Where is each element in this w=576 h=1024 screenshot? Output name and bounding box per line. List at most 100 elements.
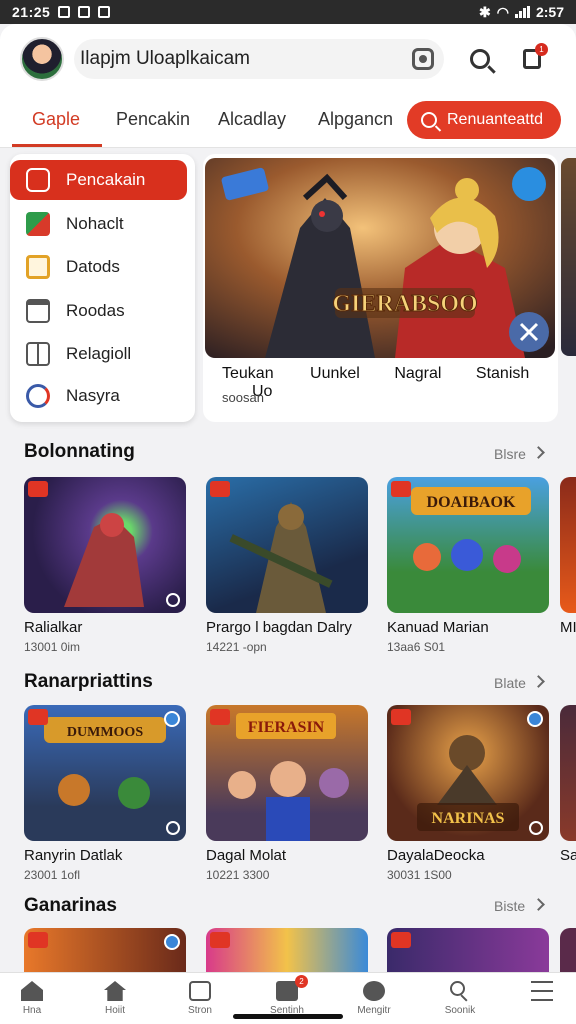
art-title: DUMMOOS: [67, 725, 143, 740]
verified-icon: [164, 711, 180, 727]
category-chip[interactable]: Uunkel: [310, 365, 360, 382]
notification-badge: 2: [295, 975, 308, 988]
nav-item-sentinh[interactable]: 2 Sentinh: [257, 975, 317, 1016]
game-card[interactable]: [560, 928, 576, 972]
category-chip[interactable]: Nagral: [394, 365, 441, 382]
next-banner-peek[interactable]: [561, 158, 576, 356]
menu-item-relagioll[interactable]: Relagioll: [10, 334, 187, 374]
game-card[interactable]: NARINAS DayalaDeocka 30031 1S00: [387, 705, 549, 882]
section-title: Bolonnating: [24, 441, 135, 462]
tab-alcadlay[interactable]: Alcadlay: [218, 109, 286, 130]
game-card[interactable]: [387, 928, 549, 972]
link-icon: [26, 384, 50, 408]
hot-badge: [391, 481, 411, 497]
game-art: DUMMOOS: [44, 717, 166, 809]
nav-item-menu[interactable]: [512, 981, 572, 1005]
game-thumbnail[interactable]: [24, 477, 186, 613]
game-card[interactable]: [206, 928, 368, 972]
game-thumbnail[interactable]: [387, 928, 549, 972]
hot-badge: [391, 709, 411, 725]
chevron-right-icon[interactable]: [532, 446, 545, 459]
game-thumbnail[interactable]: [560, 928, 576, 972]
notification-icon: [78, 6, 91, 18]
game-thumbnail[interactable]: [560, 705, 576, 841]
game-title: Prargo l bagdan Dalry: [206, 619, 352, 636]
nav-item-hna[interactable]: Hna: [2, 981, 62, 1016]
art-title: NARINAS: [432, 810, 505, 827]
see-more-link[interactable]: Blsre: [494, 446, 526, 462]
menu-item-roodas[interactable]: Roodas: [10, 291, 187, 331]
art-title: DOAIBAOK: [427, 494, 516, 511]
tab-alpgancn[interactable]: Alpgancn: [318, 109, 393, 130]
game-card[interactable]: Ralialkar 13001 0im: [24, 477, 186, 654]
camera-icon[interactable]: [412, 48, 434, 70]
game-title: Dagal Molat: [206, 847, 287, 864]
bluetooth-icon: ✱: [479, 3, 491, 20]
section-title: Ranarpriattins: [24, 671, 153, 692]
game-title: Kanuad Marian: [387, 619, 489, 636]
search-input[interactable]: Ilapjm Uloaplkaicam: [80, 48, 412, 70]
nav-item-soonik[interactable]: Soonik: [430, 981, 490, 1016]
game-art: NARINAS: [417, 735, 519, 831]
tab-pencakin[interactable]: Pencakin: [116, 109, 190, 130]
game-thumbnail[interactable]: [206, 477, 368, 613]
game-thumbnail[interactable]: FIERASIN: [206, 705, 368, 841]
search-button[interactable]: [464, 43, 496, 75]
nav-item-mengitr[interactable]: Mengitr: [344, 981, 404, 1016]
game-art: DOAIBAOK: [411, 487, 531, 573]
game-meta: 14221 -opn: [206, 640, 267, 654]
gear-icon: [529, 821, 543, 835]
category-chip[interactable]: Teukan: [222, 365, 274, 382]
home-indicator[interactable]: [233, 1014, 343, 1019]
game-thumbnail[interactable]: DUMMOOS: [24, 705, 186, 841]
game-thumbnail[interactable]: [206, 928, 368, 972]
verified-icon: [164, 934, 180, 950]
search-bar[interactable]: Ilapjm Uloaplkaicam: [74, 39, 444, 79]
game-card[interactable]: DOAIBAOK Kanuad Marian 13aa6 S01: [387, 477, 549, 654]
game-thumbnail[interactable]: NARINAS: [387, 705, 549, 841]
calendar-icon: [26, 299, 50, 323]
game-meta: 23001 1ofl: [24, 868, 81, 882]
menu-item-datods[interactable]: Datods: [10, 247, 187, 287]
nav-label: Stron: [188, 1005, 212, 1016]
featured-title-art: GIERABSOO: [332, 291, 477, 317]
game-card[interactable]: [24, 928, 186, 972]
game-thumbnail[interactable]: [560, 477, 576, 613]
nav-item-stron[interactable]: Stron: [170, 981, 230, 1016]
hot-badge: [210, 709, 230, 725]
game-art: FIERASIN: [228, 713, 349, 841]
wifi-icon: ◠: [496, 3, 509, 20]
status-time-right: 2:57: [535, 4, 564, 20]
see-more-link[interactable]: Biste: [494, 898, 525, 914]
hot-badge: [28, 481, 48, 497]
see-more-link[interactable]: Blate: [494, 675, 526, 691]
game-card[interactable]: FIERASIN Dagal Molat 10221 3300: [206, 705, 368, 882]
game-card[interactable]: Prargo l bagdan Dalry 14221 -opn: [206, 477, 368, 654]
category-chip[interactable]: Stanish: [476, 365, 529, 382]
game-card[interactable]: MI: [560, 477, 576, 636]
game-card[interactable]: DUMMOOS Ranyrin Datlak 23001 1ofl: [24, 705, 186, 882]
menu-item-nohaclt[interactable]: Nohaclt: [10, 204, 187, 244]
game-card[interactable]: Sa: [560, 705, 576, 864]
game-thumbnail[interactable]: DOAIBAOK: [387, 477, 549, 613]
search-pill-button[interactable]: Renuanteattd: [407, 101, 561, 139]
chevron-right-icon[interactable]: [532, 898, 545, 911]
tab-gaple[interactable]: Gaple: [32, 109, 80, 130]
game-thumbnail[interactable]: [24, 928, 186, 972]
menu-item-pencakain[interactable]: Pencakain: [10, 160, 187, 200]
hot-badge: [391, 932, 411, 948]
avatar[interactable]: [20, 37, 64, 81]
menu-item-label: Relagioll: [66, 344, 132, 363]
featured-banner[interactable]: GIERABSOO: [205, 158, 555, 358]
menu-icon: [531, 981, 553, 1001]
home-icon: [21, 981, 43, 1001]
menu-item-nasyra[interactable]: Nasyra: [10, 376, 187, 416]
chevron-right-icon[interactable]: [532, 675, 545, 688]
search-icon: [449, 981, 471, 1002]
cart-button[interactable]: 1: [516, 43, 548, 75]
signal-icon: [514, 6, 530, 18]
game-title: MI: [560, 619, 576, 636]
nav-item-hoiit[interactable]: Hoiit: [85, 981, 145, 1016]
nav-label: Hna: [22, 1005, 42, 1016]
notification-badge: 1: [535, 43, 548, 56]
